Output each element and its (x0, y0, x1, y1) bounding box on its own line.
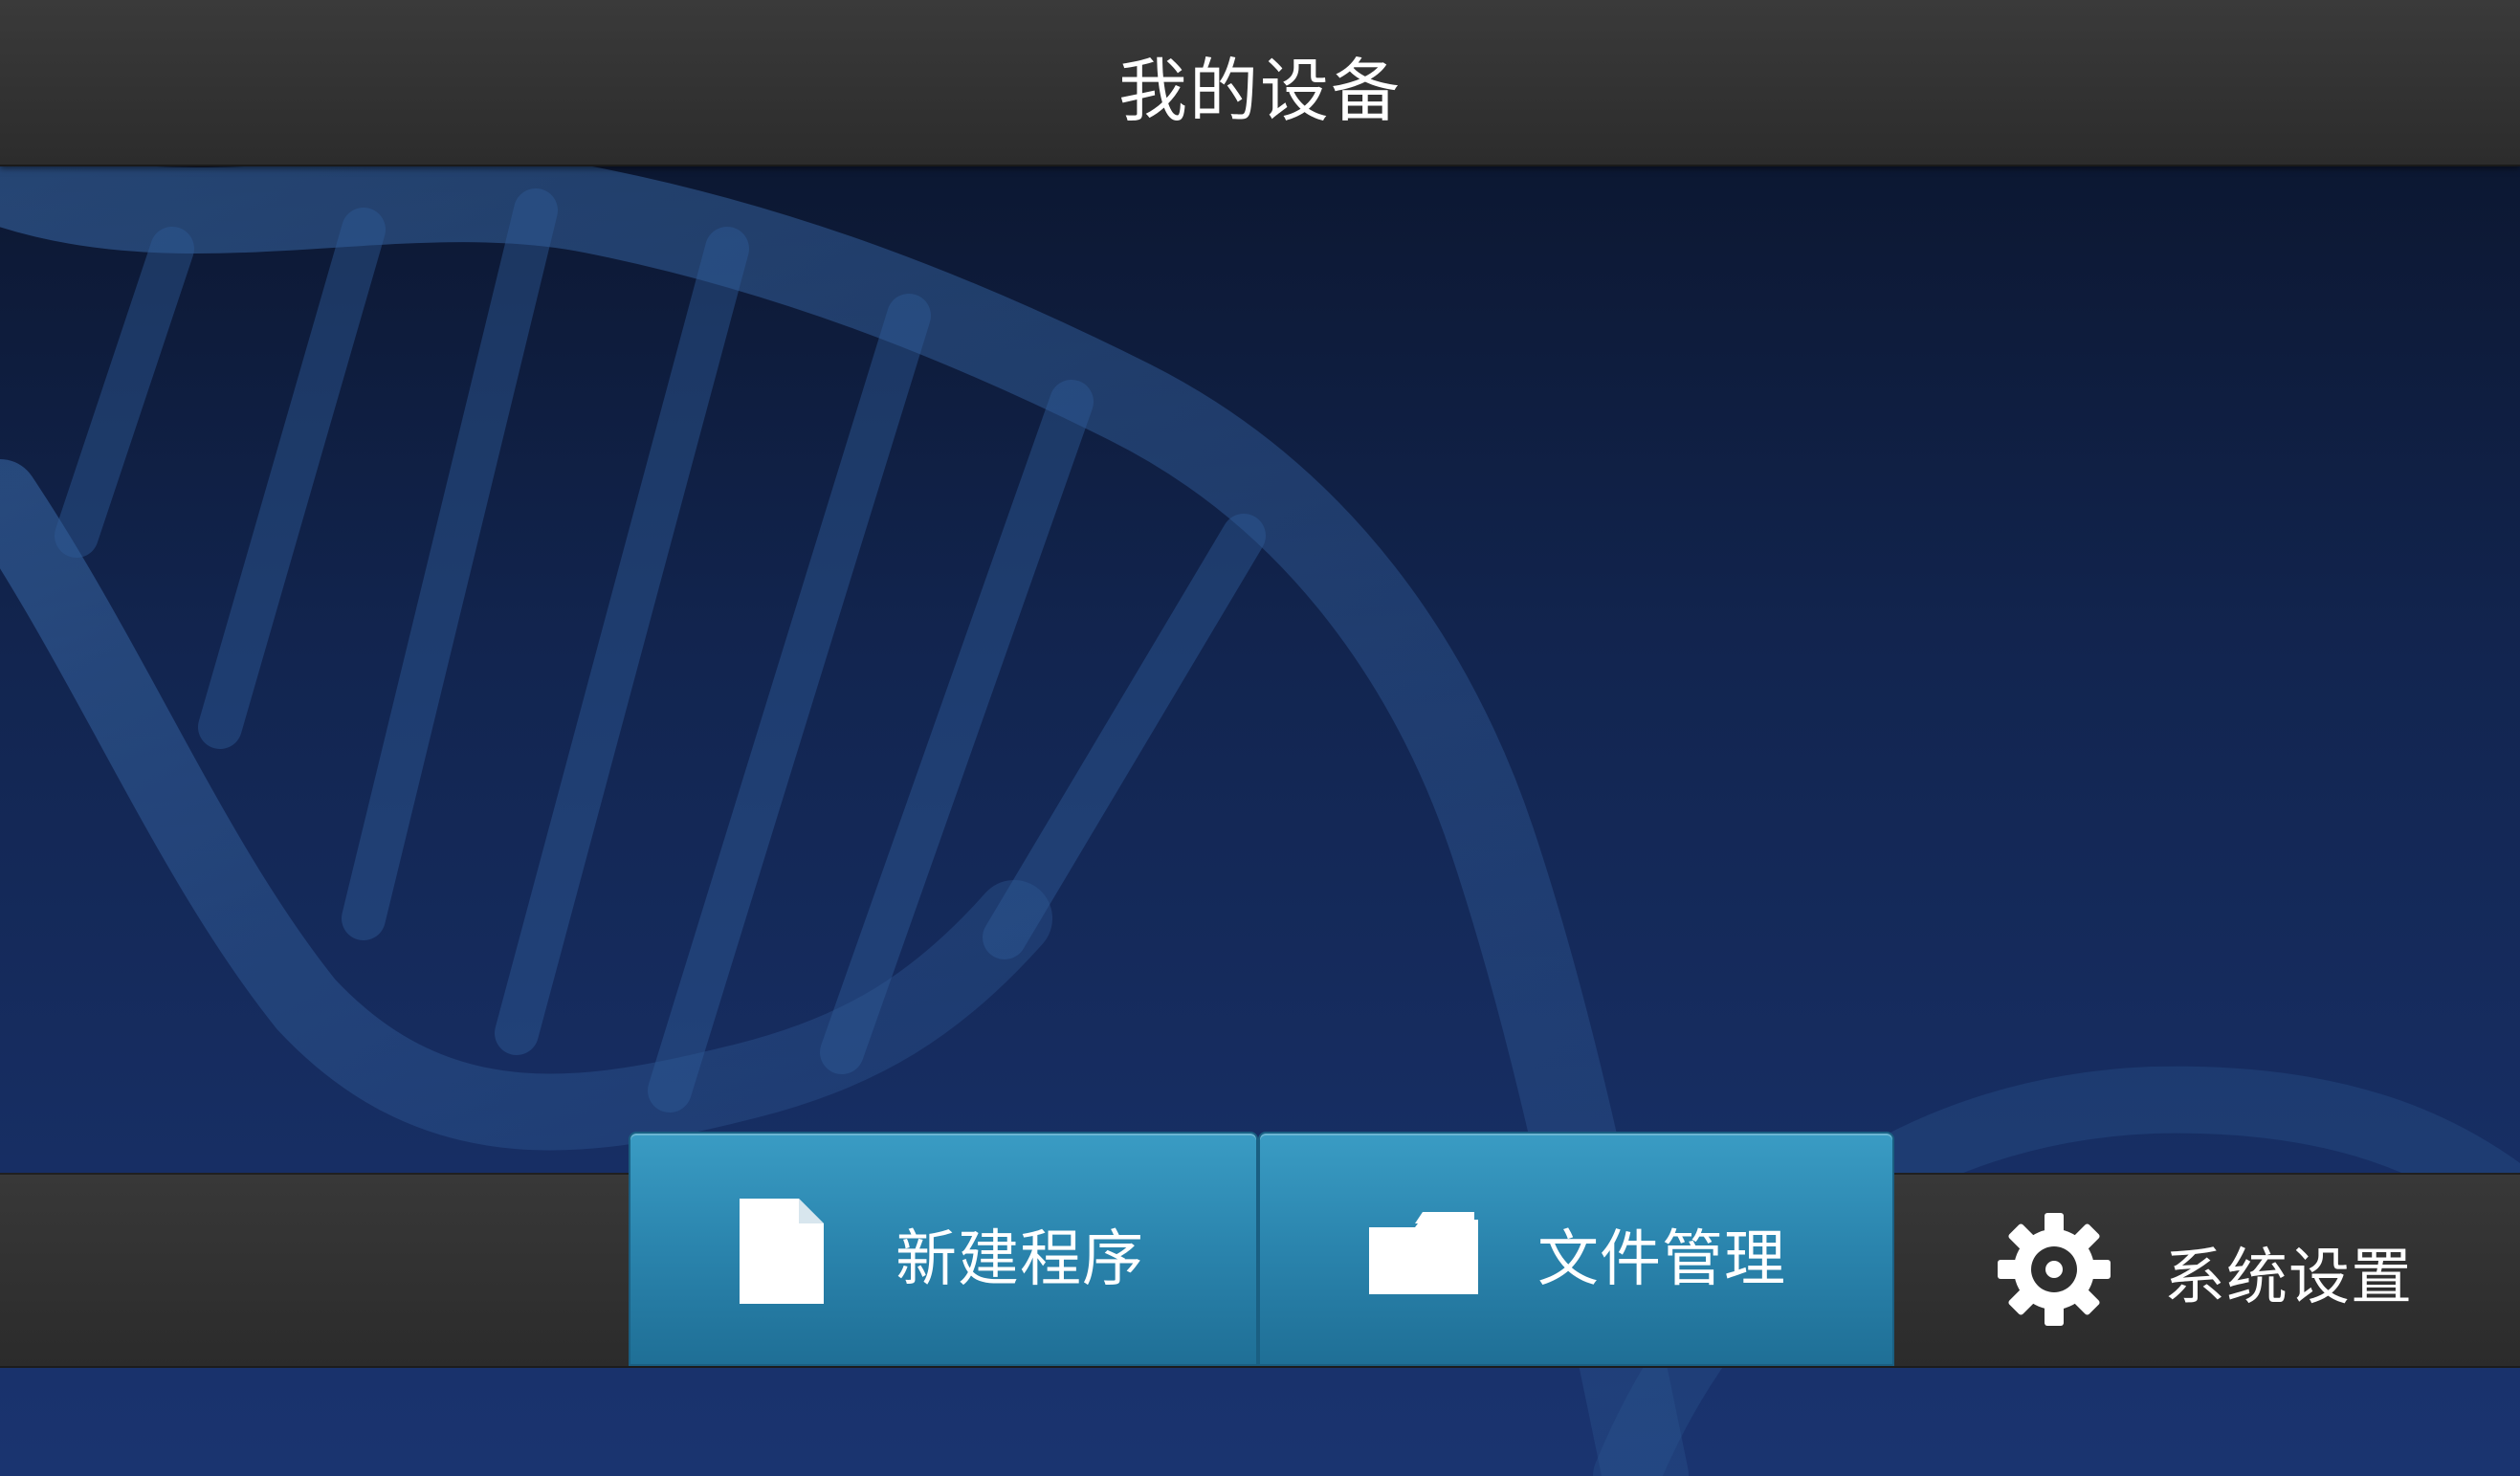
gear-icon (1996, 1211, 2112, 1328)
folder-icon (1367, 1210, 1482, 1296)
file-manager-button[interactable]: 文件管理 (1258, 1132, 1894, 1366)
new-program-button[interactable]: 新建程序 (629, 1132, 1258, 1366)
system-settings-label: 系统设置 (2164, 1243, 2413, 1313)
file-manager-label: 文件管理 (1537, 1224, 1786, 1295)
page-title: 我的设备 (1117, 50, 1402, 131)
device-home-screen: 我的设备 新建程序 文件管理 系统设置 (0, 0, 2520, 1476)
new-program-label: 新建程序 (895, 1224, 1144, 1295)
title-bar: 我的设备 (0, 0, 2520, 166)
document-icon (736, 1195, 828, 1308)
system-settings-button[interactable]: 系统设置 (1894, 1173, 2520, 1364)
